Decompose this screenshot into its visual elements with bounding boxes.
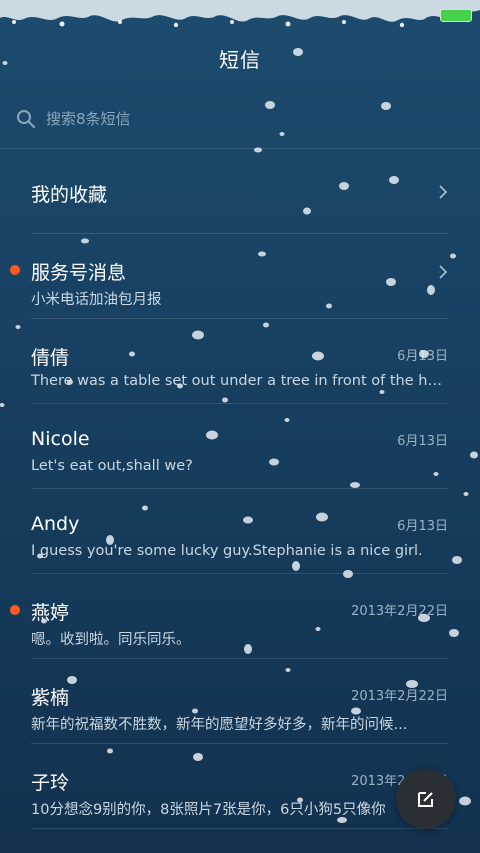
divider [0, 148, 480, 149]
frost-decoration [0, 0, 480, 28]
unread-dot [10, 605, 20, 615]
battery-icon [440, 9, 472, 22]
search-icon [17, 110, 35, 128]
contact-name: 子玲 [31, 772, 70, 794]
chevron-right-icon [439, 265, 448, 279]
search-input[interactable] [44, 109, 428, 129]
conversation-row[interactable]: Andy 6月13日 I guess you're some lucky guy… [31, 489, 448, 574]
message-preview: Let's eat out,shall we? [31, 458, 193, 474]
contact-name: 燕婷 [31, 602, 70, 624]
contact-name: 服务号消息 [31, 262, 127, 284]
message-preview: 嗯。收到啦。同乐同乐。 [31, 632, 191, 648]
message-date: 2013年2月22日 [351, 604, 448, 619]
conversation-row[interactable]: Nicole 6月13日 Let's eat out,shall we? [31, 404, 448, 489]
contact-name: 紫楠 [31, 687, 70, 709]
favorites-label: 我的收藏 [31, 184, 108, 206]
message-preview: 小米电话加油包月报 [31, 292, 162, 308]
conversation-list: 我的收藏 服务号消息 小米电话加油包月报 倩倩 6月13日 There was … [0, 150, 480, 829]
conversation-row[interactable]: 紫楠 2013年2月22日 新年的祝福数不胜数，新年的愿望好多好多，新年的问候.… [31, 659, 448, 744]
message-preview: 新年的祝福数不胜数，新年的愿望好多好多，新年的问候... [31, 717, 408, 733]
search-bar[interactable] [16, 106, 456, 132]
compose-icon [418, 792, 433, 807]
message-preview: 10分想念9别的你，8张照片7张是你，6只小狗5只像你 [31, 802, 386, 818]
chevron-right-icon [439, 185, 448, 199]
contact-name: Andy [31, 513, 80, 535]
unread-dot [10, 265, 20, 275]
compose-button[interactable] [396, 769, 456, 829]
message-date: 2013年2月22日 [351, 689, 448, 704]
conversation-row[interactable]: 倩倩 6月13日 There was a table set out under… [31, 319, 448, 404]
conversation-row[interactable]: 子玲 2013年2月22日 10分想念9别的你，8张照片7张是你，6只小狗5只像… [31, 744, 448, 829]
conversation-row[interactable]: 服务号消息 小米电话加油包月报 [10, 234, 448, 319]
message-date: 6月13日 [397, 519, 448, 534]
page-title: 短信 [219, 48, 261, 72]
conversation-row[interactable]: 燕婷 2013年2月22日 嗯。收到啦。同乐同乐。 [10, 574, 448, 659]
favorites-row[interactable]: 我的收藏 [31, 150, 448, 234]
message-date: 6月13日 [397, 434, 448, 449]
message-preview: I guess you're some lucky guy.Stephanie … [31, 543, 423, 559]
contact-name: Nicole [31, 428, 90, 450]
message-preview: There was a table set out under a tree i… [31, 373, 448, 389]
contact-name: 倩倩 [31, 347, 70, 369]
message-date: 6月13日 [397, 349, 448, 364]
